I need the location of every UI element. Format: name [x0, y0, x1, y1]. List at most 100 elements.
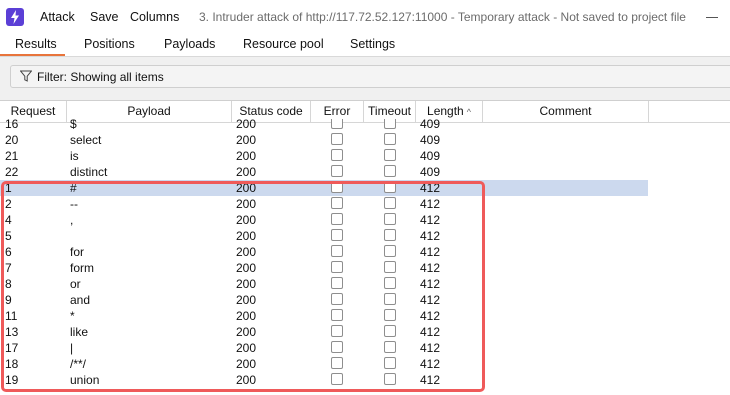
timeout-checkbox[interactable]: [384, 341, 396, 353]
timeout-checkbox[interactable]: [384, 229, 396, 241]
cell-request: 2: [5, 197, 12, 211]
timeout-checkbox[interactable]: [384, 373, 396, 385]
timeout-checkbox[interactable]: [384, 149, 396, 161]
timeout-checkbox[interactable]: [384, 309, 396, 321]
tab-settings[interactable]: Settings: [350, 37, 395, 51]
timeout-checkbox[interactable]: [384, 245, 396, 257]
menu-attack[interactable]: Attack: [40, 10, 75, 24]
table-row[interactable]: 5 200 412: [0, 228, 730, 244]
cell-length: 412: [420, 181, 441, 195]
cell-length: 412: [420, 245, 441, 259]
error-checkbox[interactable]: [331, 165, 343, 177]
table-row[interactable]: 18 /**/ 200 412: [0, 356, 730, 372]
filter-bar[interactable]: Filter: Showing all items: [10, 65, 730, 88]
error-checkbox[interactable]: [331, 229, 343, 241]
error-checkbox[interactable]: [331, 357, 343, 369]
table-row[interactable]: 21 is 200 409: [0, 148, 730, 164]
column-header-label: Error: [323, 104, 351, 118]
tab-payloads[interactable]: Payloads: [164, 37, 215, 51]
error-checkbox[interactable]: [331, 149, 343, 161]
cell-status-code: 200: [236, 149, 257, 163]
active-tab-indicator: [0, 54, 65, 56]
error-checkbox[interactable]: [331, 213, 343, 225]
cell-length: 409: [420, 165, 441, 179]
table-row[interactable]: 7 form 200 412: [0, 260, 730, 276]
table-row[interactable]: 11 * 200 412: [0, 308, 730, 324]
cell-status-code: 200: [236, 133, 257, 147]
timeout-checkbox[interactable]: [384, 133, 396, 145]
menu-columns[interactable]: Columns: [130, 10, 179, 24]
table-row[interactable]: 6 for 200 412: [0, 244, 730, 260]
cell-request: 19: [5, 373, 19, 387]
cell-request: 20: [5, 133, 19, 147]
minimize-button[interactable]: [706, 17, 718, 18]
cell-length: 412: [420, 293, 441, 307]
cell-request: 4: [5, 213, 12, 227]
error-checkbox[interactable]: [331, 133, 343, 145]
cell-payload: $: [70, 119, 77, 131]
error-checkbox[interactable]: [331, 309, 343, 321]
cell-payload: or: [70, 277, 81, 291]
error-checkbox[interactable]: [331, 261, 343, 273]
cell-status-code: 200: [236, 293, 257, 307]
error-checkbox[interactable]: [331, 325, 343, 337]
cell-length: 412: [420, 213, 441, 227]
cell-status-code: 200: [236, 309, 257, 323]
timeout-checkbox[interactable]: [384, 325, 396, 337]
timeout-checkbox[interactable]: [384, 357, 396, 369]
error-checkbox[interactable]: [331, 293, 343, 305]
cell-length: 409: [420, 133, 441, 147]
cell-status-code: 200: [236, 277, 257, 291]
timeout-checkbox[interactable]: [384, 181, 396, 193]
table-row[interactable]: 17 | 200 412: [0, 340, 730, 356]
table-row[interactable]: 19 union 200 412: [0, 372, 730, 388]
table-row[interactable]: 9 and 200 412: [0, 292, 730, 308]
table-row[interactable]: 13 like 200 412: [0, 324, 730, 340]
cell-length: 412: [420, 277, 441, 291]
results-table: Request Payload Status code Error Timeou…: [0, 100, 730, 395]
table-row[interactable]: 2 -- 200 412: [0, 196, 730, 212]
error-checkbox[interactable]: [331, 373, 343, 385]
timeout-checkbox[interactable]: [384, 213, 396, 225]
table-row[interactable]: 4, 200 412: [0, 212, 730, 228]
cell-payload: form: [70, 261, 94, 275]
error-checkbox[interactable]: [331, 119, 343, 129]
column-header-label: Payload: [127, 104, 171, 118]
cell-request: 21: [5, 149, 19, 163]
table-row[interactable]: 8 or 200 412: [0, 276, 730, 292]
error-checkbox[interactable]: [331, 277, 343, 289]
timeout-checkbox[interactable]: [384, 165, 396, 177]
timeout-checkbox[interactable]: [384, 119, 396, 129]
error-checkbox[interactable]: [331, 341, 343, 353]
cell-status-code: 200: [236, 341, 257, 355]
cell-status-code: 200: [236, 119, 257, 131]
cell-status-code: 200: [236, 181, 257, 195]
error-checkbox[interactable]: [331, 197, 343, 209]
cell-request: 13: [5, 325, 19, 339]
tab-resource-pool[interactable]: Resource pool: [243, 37, 324, 51]
timeout-checkbox[interactable]: [384, 293, 396, 305]
menu-bar: Attack Save Columns 3. Intruder attack o…: [0, 0, 730, 34]
cell-request: 17: [5, 341, 19, 355]
menu-save[interactable]: Save: [90, 10, 119, 24]
cell-length: 412: [420, 325, 441, 339]
cell-payload: union: [70, 373, 100, 387]
timeout-checkbox[interactable]: [384, 261, 396, 273]
error-checkbox[interactable]: [331, 245, 343, 257]
filter-area: Filter: Showing all items: [0, 57, 730, 100]
cell-payload: *: [70, 309, 75, 323]
cell-status-code: 200: [236, 261, 257, 275]
table-row[interactable]: 22 distinct 200 409: [0, 164, 730, 180]
table-row[interactable]: 1 #200 412: [0, 180, 730, 196]
table-row[interactable]: 20 select 200 409: [0, 132, 730, 148]
table-row[interactable]: 16 $200 409: [0, 119, 730, 132]
cell-request: 18: [5, 357, 19, 371]
window-title: 3. Intruder attack of http://117.72.52.1…: [199, 10, 686, 24]
tab-positions[interactable]: Positions: [84, 37, 135, 51]
timeout-checkbox[interactable]: [384, 197, 396, 209]
cell-payload: ,: [70, 213, 74, 227]
cell-request: 16: [5, 119, 19, 131]
tab-results[interactable]: Results: [15, 37, 57, 51]
timeout-checkbox[interactable]: [384, 277, 396, 289]
error-checkbox[interactable]: [331, 181, 343, 193]
